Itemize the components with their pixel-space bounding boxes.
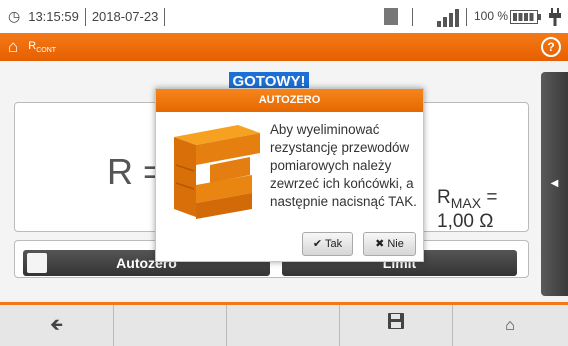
home-icon: ⌂	[505, 317, 515, 334]
checkmark-icon: ✔	[312, 238, 323, 250]
status-separator	[164, 7, 166, 26]
signal-icon	[437, 7, 461, 27]
status-separator	[84, 7, 86, 26]
status-date: 2018-07-23	[91, 9, 159, 24]
back-button[interactable]: 🡸	[0, 305, 114, 346]
autozero-checkbox[interactable]	[27, 253, 47, 273]
nav-slot-2[interactable]	[113, 305, 227, 346]
no-button-label: Nie	[387, 238, 404, 250]
status-bar: ◷ 13:15:59 2018-07-23 100 %	[0, 0, 568, 33]
dialog-message: Aby wyeliminować rezystancję przewodów p…	[270, 122, 417, 209]
bottom-nav: 🡸 ⌂	[0, 302, 568, 346]
back-arrow-icon: 🡸	[50, 317, 63, 334]
nav-slot-3[interactable]	[226, 305, 340, 346]
x-icon: ✖	[375, 238, 385, 250]
no-button[interactable]: ✖ Nie	[363, 232, 416, 256]
yes-button-label: Tak	[325, 238, 343, 250]
side-panel-toggle[interactable]: ◀	[541, 72, 568, 296]
status-separator	[412, 8, 413, 26]
probe-clip-image	[168, 119, 266, 232]
status-time: 13:15:59	[28, 9, 79, 24]
plug-icon	[549, 8, 561, 29]
help-icon[interactable]: ?	[541, 37, 561, 57]
home-icon[interactable]: ⌂	[8, 33, 18, 61]
resistance-max: RMAX = 1,00 Ω	[437, 187, 498, 232]
autozero-dialog: AUTOZERO Aby wyeliminować rezystancję pr…	[155, 88, 424, 262]
save-button[interactable]	[339, 305, 453, 346]
home-button[interactable]: ⌂	[452, 305, 568, 346]
clock-icon: ◷	[8, 8, 21, 24]
dialog-title: AUTOZERO	[156, 89, 423, 112]
status-separator	[466, 8, 467, 26]
no-sim-icon	[384, 8, 398, 25]
save-icon	[387, 305, 405, 346]
page-title: RCONT	[28, 39, 57, 55]
title-bar: ⌂ RCONT ?	[0, 33, 568, 61]
battery-icon	[510, 10, 542, 27]
yes-button[interactable]: ✔ Tak	[302, 232, 353, 256]
battery-percent: 100 %	[474, 9, 509, 23]
panel-arrow-left-icon: ◀	[550, 178, 559, 189]
